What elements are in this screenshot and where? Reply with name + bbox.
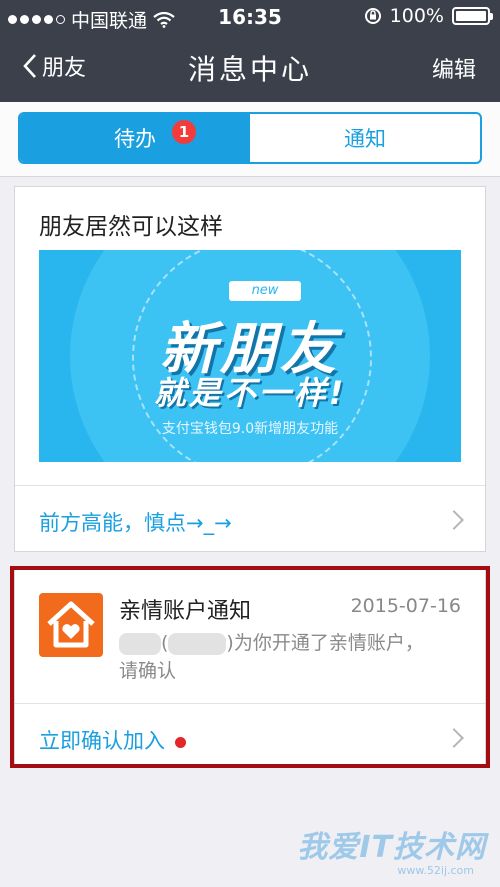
confirm-join-label: 立即确认加入 bbox=[39, 729, 165, 753]
edit-button[interactable]: 编辑 bbox=[432, 52, 476, 84]
notice-text: 为你开通了亲情账户， bbox=[233, 632, 424, 654]
home-heart-icon bbox=[39, 593, 103, 657]
new-tag: new bbox=[229, 281, 301, 301]
banner-caption: 支付宝钱包9.0新增朋友功能 bbox=[161, 421, 339, 437]
page-title: 消息中心 bbox=[187, 53, 312, 86]
nav-bar: 朋友 消息中心 编辑 bbox=[0, 34, 500, 102]
confirm-join-link[interactable]: 立即确认加入 bbox=[39, 725, 186, 755]
divider bbox=[15, 703, 485, 704]
todo-badge: 1 bbox=[172, 120, 196, 144]
top-bar: 中国联通 16:35 100% 朋友 消息中心 编辑 bbox=[0, 0, 500, 102]
notice-text-2: 请确认 bbox=[119, 660, 177, 682]
divider bbox=[15, 485, 485, 486]
promo-link[interactable]: 前方高能，慎点→_→ bbox=[39, 507, 232, 537]
promo-card: 朋友居然可以这样 new 新朋友 就是不一样! 支付宝钱包9.0新增朋友功能 前… bbox=[14, 186, 486, 552]
segment-bar: 待办 1 通知 bbox=[0, 102, 500, 177]
notice-body: ()为你开通了亲情账户， 请确认 bbox=[119, 629, 459, 685]
family-account-card: 亲情账户通知 2015-07-16 ()为你开通了亲情账户， 请确认 立即确认加… bbox=[14, 568, 486, 768]
battery-icon bbox=[452, 7, 493, 25]
watermark: 我爱IT技术网 bbox=[297, 830, 486, 865]
paren-close: ) bbox=[226, 632, 234, 654]
watermark-url: www.52ij.com bbox=[397, 864, 474, 877]
status-bar: 中国联通 16:35 100% bbox=[0, 0, 500, 34]
tab-notifications[interactable]: 通知 bbox=[250, 114, 480, 162]
promo-title: 朋友居然可以这样 bbox=[39, 214, 223, 240]
unread-dot bbox=[175, 736, 186, 748]
paren-open: ( bbox=[161, 632, 169, 654]
tab-todo-label: 待办 bbox=[114, 127, 156, 151]
tab-notifications-label: 通知 bbox=[344, 127, 386, 151]
banner-subheadline: 就是不一样! bbox=[153, 374, 347, 412]
segmented-control: 待办 1 通知 bbox=[18, 112, 482, 164]
redacted-name bbox=[119, 632, 161, 655]
redacted-account bbox=[168, 632, 227, 655]
notice-title: 亲情账户通知 bbox=[119, 599, 252, 624]
chevron-right-icon bbox=[444, 510, 464, 530]
chevron-right-icon bbox=[444, 728, 464, 748]
tab-todo[interactable]: 待办 1 bbox=[20, 114, 250, 162]
promo-banner[interactable]: new 新朋友 就是不一样! 支付宝钱包9.0新增朋友功能 bbox=[39, 250, 461, 462]
battery-percent: 100% bbox=[389, 5, 444, 27]
notice-date: 2015-07-16 bbox=[350, 595, 461, 617]
rotation-lock-icon bbox=[364, 8, 381, 24]
